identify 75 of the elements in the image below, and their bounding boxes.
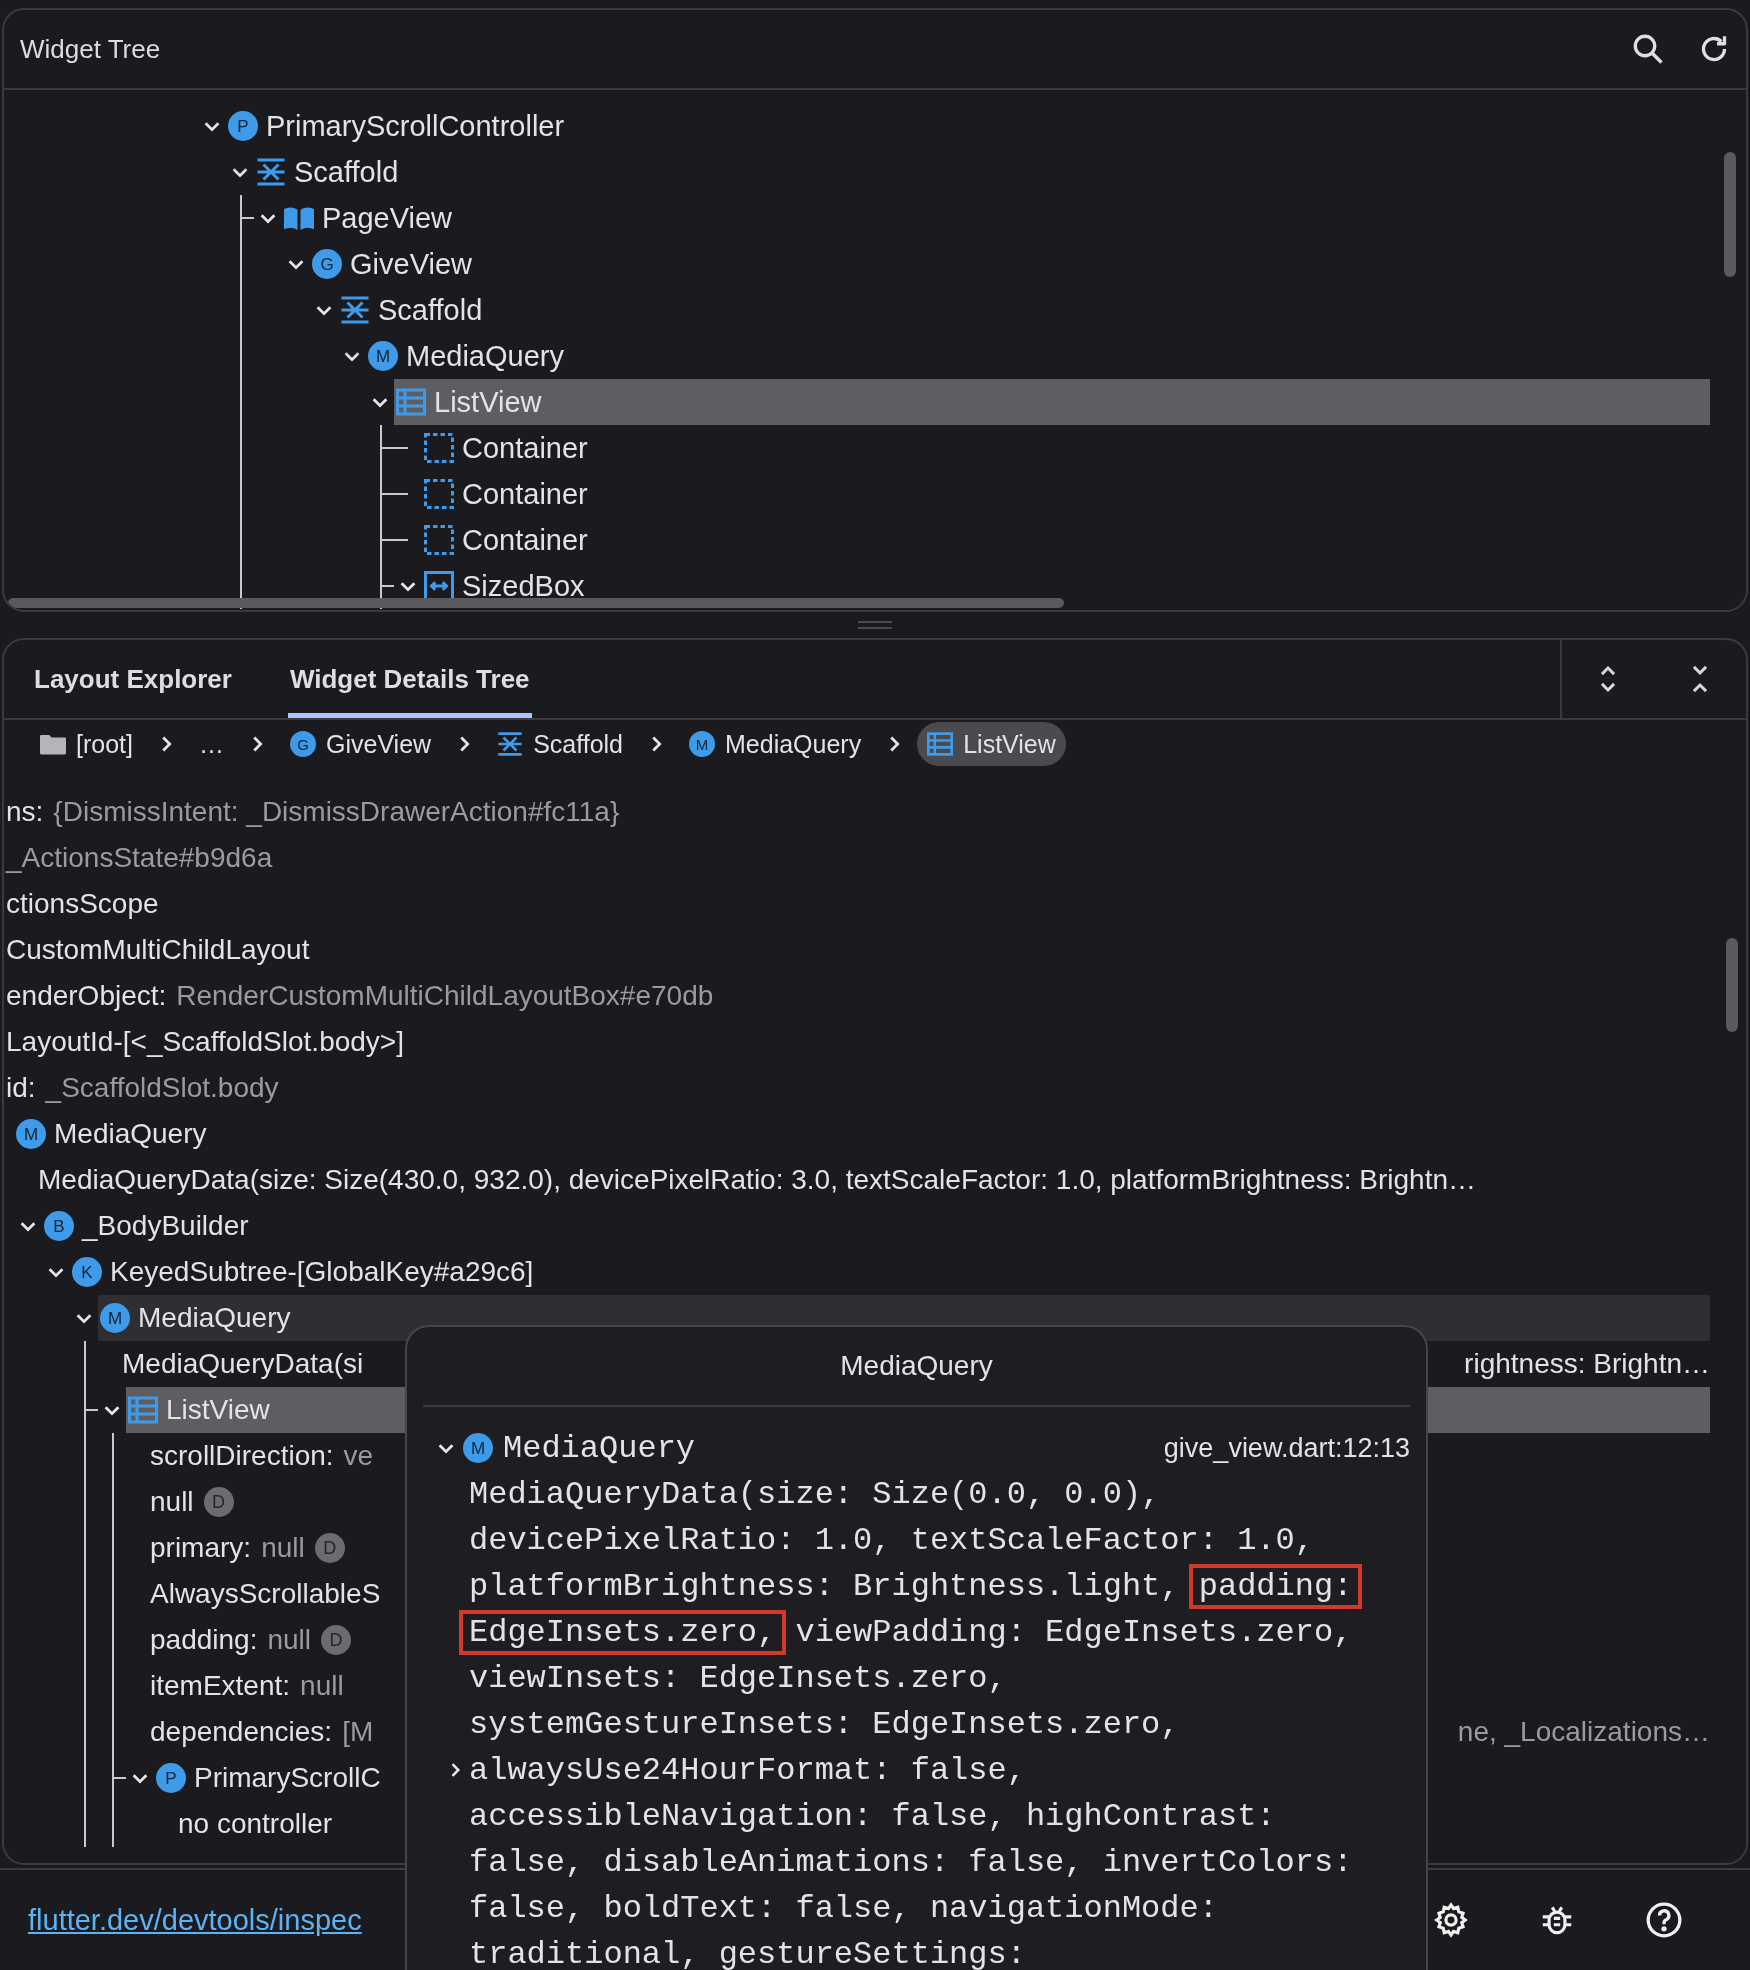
code-text: accessibleNavigation: false, highContrast: bbox=[469, 1797, 1276, 1835]
letter-badge: P bbox=[156, 1763, 186, 1793]
code-text: platformBrightness: Brightness.light, bbox=[469, 1567, 1181, 1605]
property-name: CustomMultiChildLayout bbox=[6, 934, 310, 966]
property-value: null bbox=[300, 1670, 344, 1702]
property-name: no controller bbox=[178, 1808, 333, 1840]
letter-badge: M bbox=[463, 1433, 493, 1463]
node-label: MediaQuery bbox=[138, 1302, 291, 1334]
code-text: devicePixelRatio: 1.0, textScaleFactor: 1.0, bbox=[469, 1521, 1314, 1559]
node-label: Container bbox=[462, 477, 588, 511]
node-label: _BodyBuilder bbox=[82, 1210, 249, 1242]
node-label: Container bbox=[462, 523, 588, 557]
property-name: enderObject: bbox=[6, 980, 167, 1012]
node-label: Scaffold bbox=[378, 293, 483, 327]
node-label: ListView bbox=[166, 1394, 270, 1426]
property-value: RenderCustomMultiChildLayoutBox#e70db bbox=[176, 980, 714, 1012]
property-name: padding: bbox=[150, 1624, 258, 1656]
property-name: LayoutId-[<_ScaffoldSlot.body>] bbox=[6, 1026, 404, 1058]
code-text: viewPadding: EdgeInsets.zero, bbox=[794, 1613, 1353, 1651]
node-label: MediaQuery bbox=[406, 339, 564, 373]
code-text: EdgeInsets.zero, bbox=[459, 1609, 787, 1655]
property-name: ctionsScope bbox=[6, 888, 159, 920]
letter-badge: G bbox=[312, 249, 342, 279]
popup-title: MediaQuery bbox=[839, 1349, 994, 1383]
property-text: ne, _Localizations… bbox=[1457, 1716, 1710, 1748]
property-value: null bbox=[267, 1624, 312, 1656]
node-label: PrimaryScrollController bbox=[266, 109, 565, 143]
property-name: null bbox=[150, 1486, 194, 1518]
letter-badge: M bbox=[368, 341, 398, 371]
code-text: systemGestureInsets: EdgeInsets.zero, bbox=[469, 1705, 1180, 1743]
node-label: ListView bbox=[434, 385, 542, 419]
node-label: Container bbox=[462, 431, 588, 465]
node-label: PrimaryScrollC bbox=[194, 1762, 381, 1794]
default-badge: D bbox=[203, 1487, 234, 1517]
node-label: Scaffold bbox=[294, 155, 399, 189]
panel-title: Widget Tree bbox=[20, 33, 161, 65]
property-name: dependencies: bbox=[150, 1716, 333, 1748]
code-text: false, boldText: false, navigationMode: bbox=[469, 1889, 1218, 1927]
code-text: viewInsets: EdgeInsets.zero, bbox=[469, 1659, 1007, 1697]
letter-badge: P bbox=[228, 111, 258, 141]
letter-badge: B bbox=[44, 1211, 74, 1241]
property-name: itemExtent: bbox=[150, 1670, 291, 1702]
source-location: give_view.dart:12:13 bbox=[1163, 1432, 1410, 1464]
property-value: null bbox=[261, 1532, 305, 1564]
code-text: alwaysUse24HourFormat: false, bbox=[469, 1751, 1026, 1789]
node-label: PageView bbox=[322, 201, 453, 235]
code-text: false, disableAnimations: false, invertColors: bbox=[469, 1843, 1353, 1881]
node-label: KeyedSubtree-[GlobalKey#a29c6] bbox=[110, 1256, 534, 1288]
node-label: MediaQuery bbox=[503, 1429, 696, 1467]
default-badge: D bbox=[314, 1533, 345, 1563]
property-name: ns: bbox=[6, 796, 44, 828]
letter-badge: G bbox=[290, 731, 316, 757]
property-name: id: bbox=[6, 1072, 36, 1104]
letter-badge: K bbox=[72, 1257, 102, 1287]
code-text: padding: bbox=[1188, 1563, 1363, 1609]
property-value: _ActionsState#b9d6a bbox=[6, 842, 273, 874]
property-value: [M bbox=[342, 1716, 374, 1748]
default-badge: D bbox=[321, 1625, 352, 1655]
letter-badge: M bbox=[16, 1119, 46, 1149]
property-value: ve bbox=[343, 1440, 374, 1472]
property-name: MediaQueryData(size: Size(430.0, 932.0), devicePixelRatio: 3.0, textScaleFactor: 1.0, platformBrightness: Brightn… bbox=[38, 1164, 1476, 1196]
letter-badge: M bbox=[100, 1303, 130, 1333]
property-name: MediaQueryData(si bbox=[122, 1348, 364, 1380]
node-label: GiveView bbox=[350, 247, 472, 281]
node-label: SizedBox bbox=[462, 569, 585, 603]
code-text: traditional, gestureSettings: bbox=[469, 1935, 1026, 1970]
property-value: {DismissIntent: _DismissDrawerAction#fc11a} bbox=[53, 796, 620, 828]
property-text: rightness: Brightn… bbox=[1464, 1348, 1710, 1380]
property-name: primary: bbox=[150, 1532, 252, 1564]
letter-badge: M bbox=[689, 731, 715, 757]
property-name: AlwaysScrollableS bbox=[150, 1578, 381, 1610]
property-value: _ScaffoldSlot.body bbox=[45, 1072, 279, 1104]
node-label: MediaQuery bbox=[54, 1118, 207, 1150]
property-name: scrollDirection: bbox=[150, 1440, 334, 1472]
code-text: MediaQueryData(size: Size(0.0, 0.0), bbox=[469, 1475, 1161, 1513]
